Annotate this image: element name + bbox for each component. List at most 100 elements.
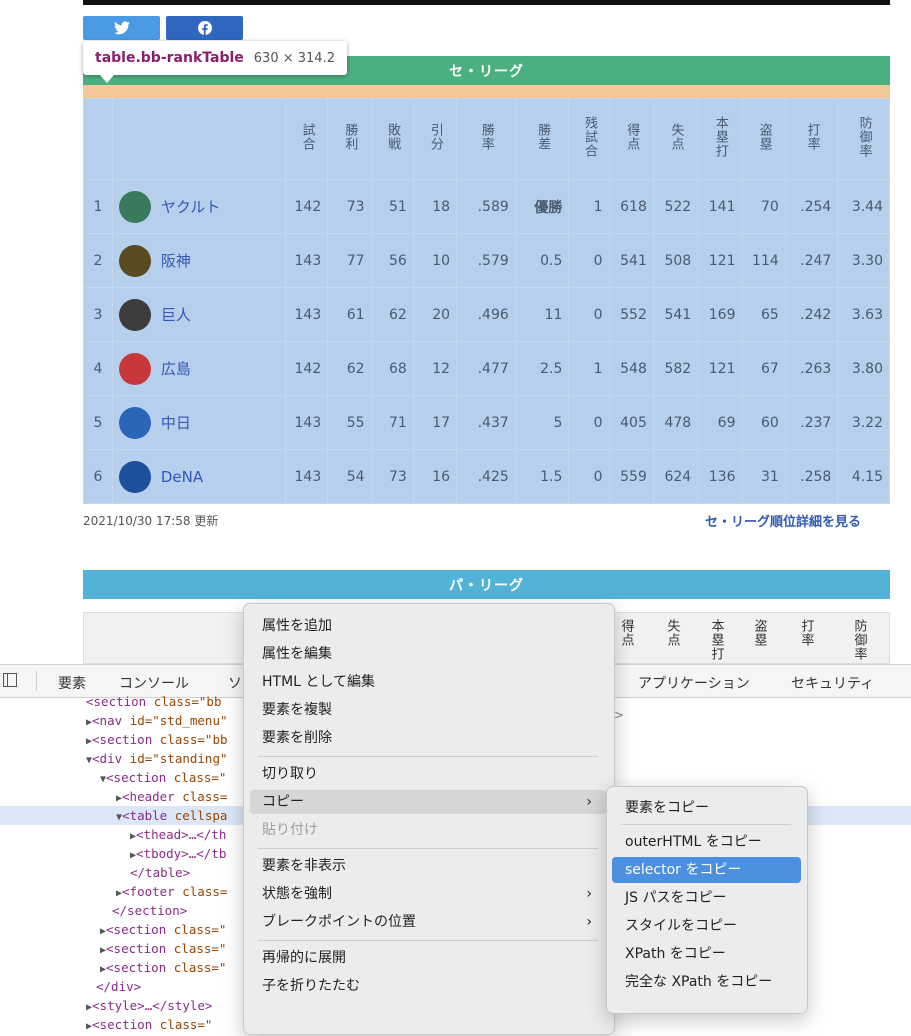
header-label: 防御率 <box>856 116 872 158</box>
stat-cell: 143 <box>284 233 329 288</box>
dom-tag: <header <box>122 789 175 804</box>
context-menu-item[interactable]: 子を折りたたむ <box>250 974 606 998</box>
dom-attr: class=" <box>166 922 227 937</box>
stat-cell: .242 <box>784 287 839 342</box>
pacific-header-label: 失点 <box>657 619 687 651</box>
stat-cell: 70 <box>741 179 786 234</box>
context-menu-item: 貼り付け <box>250 818 606 842</box>
context-menu-item[interactable]: 状態を強制 › <box>250 882 606 906</box>
stat-cell: 3.44 <box>837 179 890 234</box>
copy-submenu-item[interactable]: JS パスをコピー <box>612 885 801 911</box>
context-menu-item[interactable]: ブレークポイントの位置 › <box>250 910 606 934</box>
pacific-league-header: パ・リーグ <box>83 570 890 599</box>
chevron-right-icon: › <box>586 794 592 810</box>
team-name-link[interactable]: 阪神 <box>161 250 191 271</box>
context-menu-item[interactable]: 要素を複製 <box>250 698 606 722</box>
dom-tag: <section <box>106 770 167 785</box>
stat-cell: 541 <box>652 287 699 342</box>
context-menu-item[interactable]: 属性を編集 <box>250 642 606 666</box>
copy-submenu-item[interactable]: スタイルをコピー <box>612 913 801 939</box>
dom-tag: <section <box>106 941 167 956</box>
stat-cell: 0 <box>568 449 610 504</box>
dom-tag: <section <box>106 960 167 975</box>
copy-submenu-item[interactable]: 要素をコピー <box>612 795 801 821</box>
stat-cell: 136 <box>697 449 743 504</box>
copy-submenu-item[interactable]: XPath をコピー <box>612 941 801 967</box>
tab-security[interactable]: セキュリティ <box>791 673 874 693</box>
copy-submenu-item[interactable]: 完全な XPath をコピー <box>612 969 801 995</box>
rank-number: 2 <box>83 233 113 288</box>
stat-cell: 17 <box>412 395 458 450</box>
pacific-header-text: 防御率 <box>851 619 867 661</box>
central-league-detail-link[interactable]: セ・リーグ順位詳細を見る <box>705 511 861 530</box>
twitter-bird-icon <box>113 21 130 35</box>
twitter-share-button[interactable] <box>83 16 160 40</box>
header-rank <box>83 98 113 180</box>
team-name-link[interactable]: 広島 <box>161 358 191 379</box>
stat-cell: 73 <box>370 449 414 504</box>
stat-cell: 143 <box>284 287 329 342</box>
dom-node-content: ▶<section class=" <box>86 1015 212 1036</box>
stat-cell: .496 <box>456 287 516 342</box>
header-cell: 防御率 <box>837 98 890 180</box>
header-cell: 引分 <box>412 98 458 180</box>
context-menu-item[interactable]: 要素を削除 <box>250 726 606 750</box>
dom-attr: class="bb <box>146 694 222 709</box>
rank-number: 1 <box>83 179 113 234</box>
context-menu-item[interactable]: 要素を非表示 <box>250 854 606 878</box>
team-name-link[interactable]: ヤクルト <box>161 196 221 217</box>
chevron-right-icon: › <box>586 914 592 930</box>
tab-sources[interactable]: ソ <box>228 673 242 693</box>
rank-number: 6 <box>83 449 113 504</box>
team-name-link[interactable]: DeNA <box>161 468 203 486</box>
carp-logo-icon <box>118 352 151 385</box>
dom-node-content: ▶<tbody>…</tb <box>130 844 226 865</box>
tab-elements[interactable]: 要素 <box>58 673 86 693</box>
header-cell: 打率 <box>784 98 839 180</box>
stat-cell: 10 <box>412 233 458 288</box>
team-cell-wrap: 巨人 <box>118 298 279 331</box>
facebook-share-button[interactable] <box>166 16 243 40</box>
stat-cell: 62 <box>327 341 372 396</box>
facebook-f-icon <box>197 21 212 35</box>
team-name-link[interactable]: 巨人 <box>161 304 191 325</box>
context-menu-item[interactable]: コピー › <box>250 790 606 814</box>
dom-node-content: ▶<section class=" <box>100 920 226 941</box>
stat-cell: 77 <box>327 233 372 288</box>
dom-attr: class=" <box>166 960 227 975</box>
context-menu-item[interactable]: 属性を追加 <box>250 614 606 638</box>
stat-cell: 56 <box>370 233 414 288</box>
tab-application[interactable]: アプリケーション <box>638 673 750 693</box>
dom-node-content: </table> <box>130 863 190 884</box>
menu-separator <box>621 824 791 825</box>
header-cell: 本塁打 <box>697 98 743 180</box>
stat-cell: 60 <box>741 395 786 450</box>
dom-tag: <section <box>106 922 167 937</box>
dom-tag: <tbody> <box>136 846 189 861</box>
copy-submenu-item[interactable]: outerHTML をコピー <box>612 829 801 855</box>
stat-cell: 51 <box>370 179 414 234</box>
team-name-link[interactable]: 中日 <box>161 412 191 433</box>
stat-cell: 143 <box>284 395 329 450</box>
dragons-logo-icon <box>118 406 151 439</box>
tab-console[interactable]: コンソール <box>119 673 189 693</box>
stat-cell: 55 <box>327 395 372 450</box>
context-menu-item[interactable]: 再帰的に展開 <box>250 946 606 970</box>
stat-cell: 65 <box>741 287 786 342</box>
baystars-logo-icon <box>118 460 151 493</box>
header-label: 敗戦 <box>385 123 401 151</box>
stat-cell: 69 <box>697 395 743 450</box>
header-team <box>111 98 286 180</box>
stat-cell: 71 <box>370 395 414 450</box>
dock-side-icon[interactable] <box>3 673 17 687</box>
rank-number: 4 <box>83 341 113 396</box>
stat-cell: 31 <box>741 449 786 504</box>
context-menu-item[interactable]: HTML として編集 <box>250 670 606 694</box>
context-menu-item-label: HTML として編集 <box>262 674 375 690</box>
stat-cell: .579 <box>456 233 516 288</box>
context-menu-item[interactable]: 切り取り <box>250 762 606 786</box>
copy-submenu-item[interactable]: selector をコピー <box>612 857 801 883</box>
central-league-rank-table: 試合 勝利 敗戦 引分 勝率 勝差 残試合 得点 失点 本塁打 盗塁 打率 防御率 1 ヤクルト 142 73… <box>83 98 890 504</box>
stat-cell: 552 <box>608 287 654 342</box>
stat-cell: 3.63 <box>837 287 890 342</box>
